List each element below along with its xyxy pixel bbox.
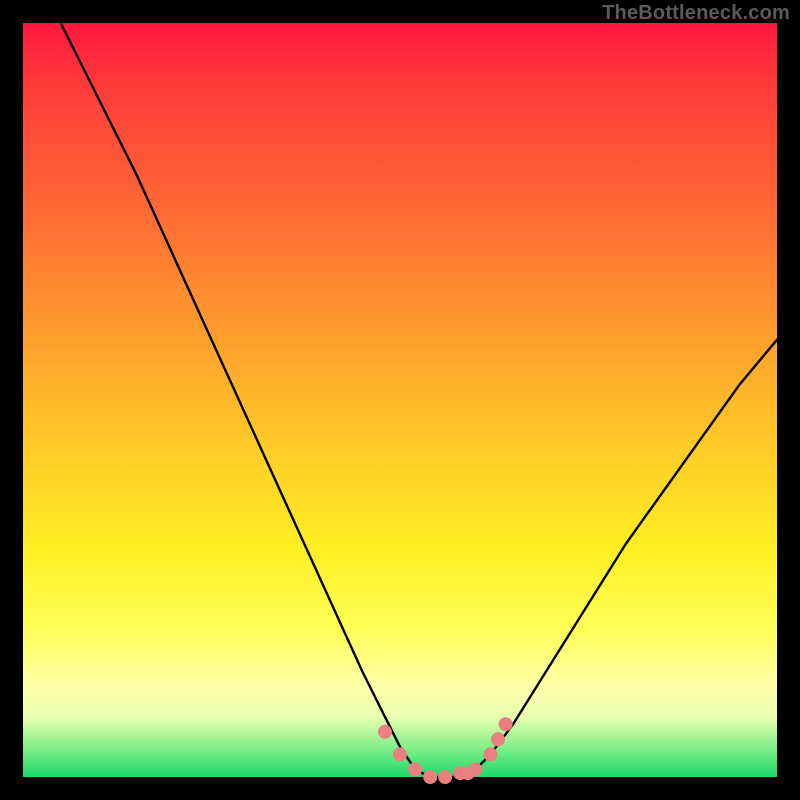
- watermark-text: TheBottleneck.com: [602, 2, 790, 25]
- chart-svg: [23, 23, 777, 777]
- marker-point: [484, 747, 498, 761]
- marker-point: [408, 763, 422, 777]
- highlight-markers: [378, 717, 513, 784]
- marker-point: [491, 732, 505, 746]
- marker-point: [378, 725, 392, 739]
- marker-point: [499, 717, 513, 731]
- marker-point: [438, 770, 452, 784]
- marker-point: [423, 770, 437, 784]
- bottleneck-curve: [61, 23, 777, 777]
- marker-point: [393, 747, 407, 761]
- marker-point: [468, 763, 482, 777]
- chart-frame: TheBottleneck.com: [0, 0, 800, 800]
